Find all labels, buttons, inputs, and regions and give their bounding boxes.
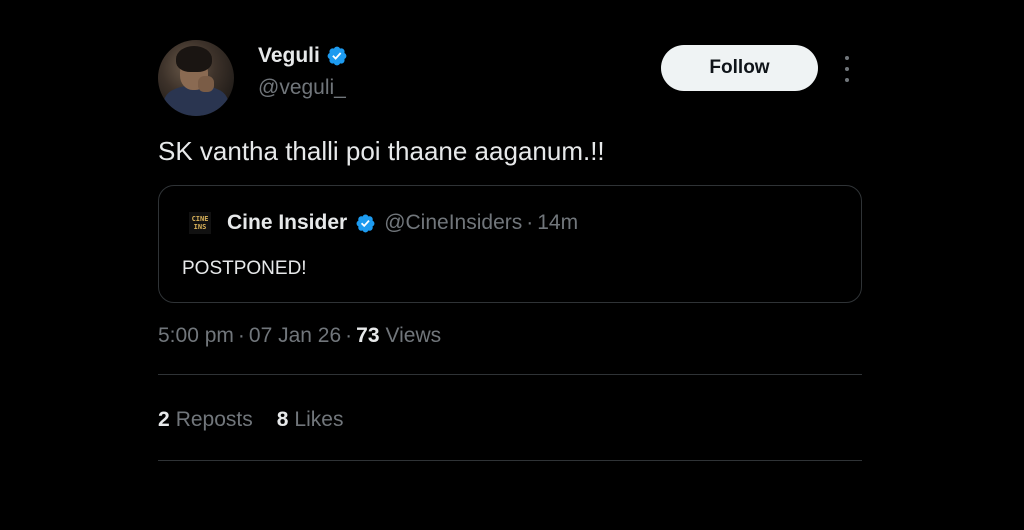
author-display-name[interactable]: Veguli xyxy=(258,44,320,68)
quoted-display-name[interactable]: Cine Insider xyxy=(227,211,347,235)
avatar-hand xyxy=(198,76,214,92)
more-vertical-icon[interactable] xyxy=(840,56,854,82)
tweet-card: Veguli @veguli_ Follow SK vantha thalli … xyxy=(0,0,1024,530)
author-avatar[interactable] xyxy=(158,40,234,116)
likes-stat[interactable]: 8 Likes xyxy=(277,408,344,432)
divider xyxy=(158,374,862,375)
avatar-hair xyxy=(176,46,212,72)
tweet-date[interactable]: 07 Jan 26 xyxy=(249,324,341,348)
divider xyxy=(158,460,862,461)
tweet-text: SK vantha thalli poi thaane aaganum.!! xyxy=(158,136,605,166)
meta-separator: · xyxy=(237,324,245,347)
meta-separator: · xyxy=(345,324,353,347)
more-dot xyxy=(845,56,849,60)
tweet-time[interactable]: 5:00 pm xyxy=(158,324,234,348)
verified-badge-icon xyxy=(356,214,375,232)
quoted-tweet-header: CINE INS Cine Insider @CineInsiders · 14m xyxy=(189,211,578,235)
quoted-handle[interactable]: @CineInsiders xyxy=(384,211,522,235)
quoted-timestamp[interactable]: 14m xyxy=(537,211,578,235)
verified-badge-icon xyxy=(327,46,347,66)
follow-button[interactable]: Follow xyxy=(661,45,818,91)
more-dot xyxy=(845,67,849,71)
avatar-shirt xyxy=(164,86,228,116)
likes-count: 8 xyxy=(276,408,289,431)
quoted-tweet-text: POSTPONED! xyxy=(182,258,307,279)
reposts-count: 2 xyxy=(158,408,170,431)
views-label: Views xyxy=(385,324,442,347)
tweet-stats: 2 Reposts 8 Likes xyxy=(158,408,367,432)
quoted-separator: · xyxy=(526,211,534,234)
reposts-stat[interactable]: 2 Reposts xyxy=(158,408,253,432)
cine-insider-logo: CINE INS xyxy=(189,212,211,234)
more-dot xyxy=(845,78,849,82)
author-handle[interactable]: @veguli_ xyxy=(258,76,346,100)
quoted-tweet[interactable]: CINE INS Cine Insider @CineInsiders · 14m… xyxy=(158,185,862,303)
likes-label: Likes xyxy=(294,408,344,431)
reposts-label: Reposts xyxy=(175,408,253,431)
views-count: 73 xyxy=(356,324,380,347)
author-name-row: Veguli xyxy=(258,44,348,68)
tweet-meta: 5:00 pm · 07 Jan 26 · 73 Views xyxy=(158,324,441,348)
